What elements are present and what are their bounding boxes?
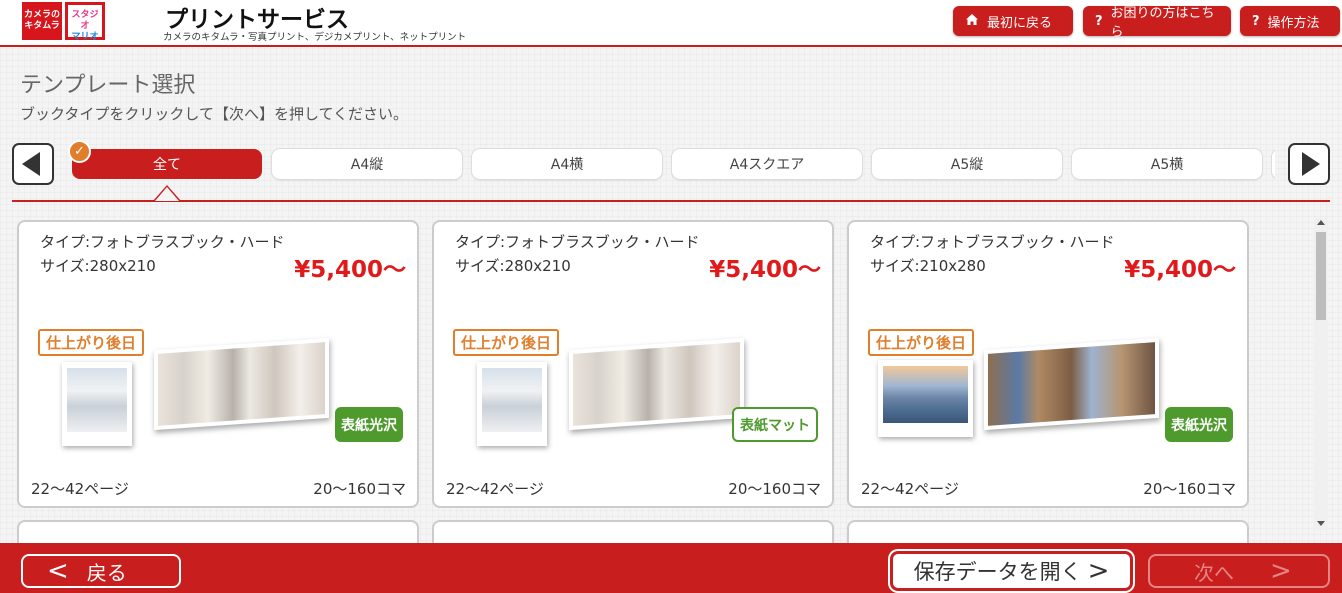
cover-finish-badge: 表紙光沢 (1165, 407, 1233, 442)
card-size: サイズ:280x210 (40, 257, 156, 275)
home-icon (965, 13, 979, 30)
card-price: ¥5,400〜 (709, 257, 821, 283)
help-button[interactable]: ? お困りの方はこちら (1083, 6, 1231, 40)
active-tab-pointer (153, 185, 181, 201)
logo-secondary-top: スタジオ (71, 10, 99, 31)
logo-secondary-bottom: マリオ (71, 32, 99, 42)
home-button-label: 最初に戻る (987, 15, 1053, 31)
card-frames: 20〜160コマ (313, 480, 406, 498)
chevron-right-icon: > (1087, 556, 1110, 586)
back-button-label: 戻る (86, 560, 127, 585)
card-type: タイプ:フォトブラスブック・ハード (870, 233, 1115, 251)
card-price: ¥5,400〜 (294, 257, 406, 283)
next-button-label: 次へ (1194, 560, 1234, 585)
next-button[interactable]: 次へ > (1148, 554, 1330, 588)
book-type-tabs: 全て A4縦 A4横 A4スクエア A5縦 A5横 (60, 140, 1275, 200)
open-saved-data-label: 保存データを開く (913, 560, 1082, 584)
card-pages: 22〜42ページ (31, 480, 129, 498)
card-pages: 22〜42ページ (446, 480, 544, 498)
card-frames: 20〜160コマ (728, 480, 821, 498)
book-cover-image (62, 362, 132, 446)
tab-a4-landscape[interactable]: A4横 (472, 149, 662, 179)
card-frames: 20〜160コマ (1143, 480, 1236, 498)
footer-bar: < 戻る 保存データを開く > 次へ > (0, 543, 1342, 593)
template-card-2[interactable]: タイプ:フォトブラスブック・ハード サイズ:280x210 ¥5,400〜 仕上… (432, 220, 834, 508)
book-spread-image (984, 337, 1159, 431)
template-card-1[interactable]: タイプ:フォトブラスブック・ハード サイズ:280x210 ¥5,400〜 仕上… (17, 220, 419, 508)
book-spread-image (569, 337, 744, 431)
chevron-left-icon: < (47, 556, 69, 586)
scroll-up-icon[interactable] (1317, 220, 1325, 225)
card-type: タイプ:フォトブラスブック・ハード (455, 233, 700, 251)
page-title: テンプレート選択 (20, 73, 196, 98)
tab-next-partial[interactable] (1272, 149, 1275, 179)
chevron-right-icon: > (1270, 556, 1292, 586)
help-button-label: お困りの方はこちら (1110, 6, 1215, 40)
home-button[interactable]: 最初に戻る (953, 6, 1073, 36)
tab-all[interactable]: 全て (72, 149, 262, 179)
tab-a4-portrait[interactable]: A4縦 (272, 149, 462, 179)
header: カメラの キタムラ スタジオ マリオ プリントサービス カメラのキタムラ・写真プ… (0, 0, 1342, 47)
triangle-left-icon (22, 152, 40, 176)
card-pages: 22〜42ページ (861, 480, 959, 498)
howto-button[interactable]: ? 操作方法 (1240, 6, 1340, 36)
kitamura-logo[interactable]: カメラの キタムラ (22, 2, 62, 40)
check-icon: ✓ (68, 140, 91, 163)
template-card-3[interactable]: タイプ:フォトブラスブック・ハード サイズ:210x280 ¥5,400〜 仕上… (847, 220, 1249, 508)
cover-finish-badge: 表紙マット (732, 407, 818, 442)
card-type: タイプ:フォトブラスブック・ハード (40, 233, 285, 251)
tab-divider (12, 200, 1330, 202)
tab-a5-portrait[interactable]: A5縦 (872, 149, 1062, 179)
open-saved-data-button[interactable]: 保存データを開く > (890, 551, 1133, 591)
tab-a4-square[interactable]: A4スクエア (672, 149, 862, 179)
tab-a5-landscape[interactable]: A5横 (1072, 149, 1262, 179)
tabs-prev-button[interactable] (12, 143, 54, 185)
tabs-next-button[interactable] (1288, 143, 1330, 185)
late-finish-badge: 仕上がり後日 (453, 329, 560, 356)
page-instruction: ブックタイプをクリックして【次へ】を押してください。 (20, 105, 409, 123)
logo-primary-text: カメラの キタムラ (23, 10, 60, 31)
howto-button-label: 操作方法 (1267, 15, 1320, 31)
studio-mario-logo[interactable]: スタジオ マリオ (65, 2, 105, 42)
triangle-right-icon (1302, 152, 1320, 176)
question-icon: ? (1252, 13, 1260, 29)
site-subtitle: カメラのキタムラ・写真プリント、デジカメプリント、ネットプリント (163, 32, 467, 43)
scroll-down-icon[interactable] (1317, 521, 1325, 526)
back-button[interactable]: < 戻る (21, 554, 181, 588)
scrollbar[interactable] (1314, 218, 1328, 530)
card-size: サイズ:280x210 (455, 257, 571, 275)
scroll-thumb[interactable] (1316, 232, 1326, 320)
cover-finish-badge: 表紙光沢 (335, 407, 403, 442)
book-spread-image (154, 337, 329, 431)
book-cover-image (878, 360, 973, 437)
book-cover-image (477, 362, 547, 446)
card-size: サイズ:210x280 (870, 257, 986, 275)
late-finish-badge: 仕上がり後日 (38, 329, 145, 356)
question-icon: ? (1095, 13, 1103, 29)
card-price: ¥5,400〜 (1124, 257, 1236, 283)
late-finish-badge: 仕上がり後日 (868, 329, 975, 356)
